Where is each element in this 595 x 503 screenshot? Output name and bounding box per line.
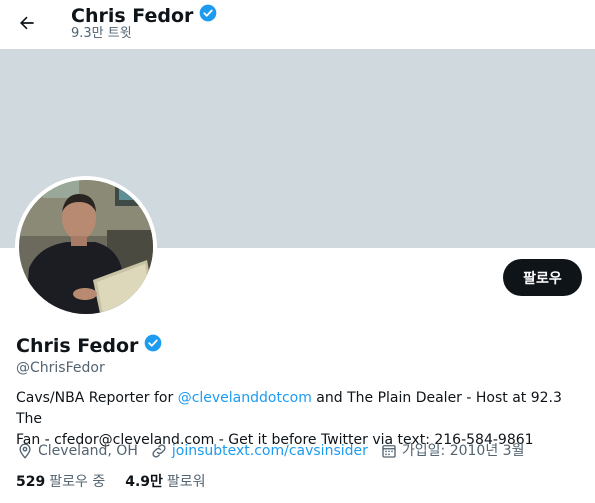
follow-button[interactable]: 팔로우 — [503, 259, 582, 296]
location-item: Cleveland, OH — [16, 441, 138, 461]
joined-text: 가입일: 2010년 3월 — [401, 443, 525, 459]
link-icon — [150, 442, 168, 460]
follow-stats: 529 팔로우 중 4.9만 팔로워 — [16, 472, 206, 492]
bio-text-prefix: Cavs/NBA Reporter for — [16, 390, 178, 406]
profile-handle: @ChrisFedor — [16, 360, 105, 376]
following-label: 팔로우 중 — [49, 474, 106, 490]
top-bar: Chris Fedor 9.3만 트윗 — [0, 0, 595, 49]
avatar[interactable] — [15, 176, 157, 318]
location-text: Cleveland, OH — [38, 443, 138, 459]
followers-count: 4.9만 — [125, 474, 163, 490]
profile-meta: Cleveland, OH joinsubtext.com/cavsinside… — [16, 441, 536, 461]
profile-name-row: Chris Fedor — [16, 333, 163, 359]
location-pin-icon — [16, 442, 34, 460]
profile-name: Chris Fedor — [16, 335, 139, 357]
website-item: joinsubtext.com/cavsinsider — [150, 441, 368, 461]
joined-item: 가입일: 2010년 3월 — [380, 441, 525, 461]
website-link[interactable]: joinsubtext.com/cavsinsider — [172, 441, 368, 461]
following-stat[interactable]: 529 팔로우 중 — [16, 472, 105, 492]
followers-stat[interactable]: 4.9만 팔로워 — [125, 472, 205, 492]
calendar-icon — [380, 442, 398, 460]
verified-badge-icon — [143, 333, 163, 359]
verified-badge-icon — [198, 3, 218, 29]
bio-mention-link[interactable]: @clevelanddotcom — [178, 390, 312, 406]
following-count: 529 — [16, 474, 46, 490]
followers-label: 팔로워 — [166, 474, 206, 490]
tweet-count: 9.3만 트윗 — [71, 26, 132, 41]
header-name: Chris Fedor — [71, 5, 194, 27]
back-arrow-icon[interactable] — [14, 10, 40, 36]
